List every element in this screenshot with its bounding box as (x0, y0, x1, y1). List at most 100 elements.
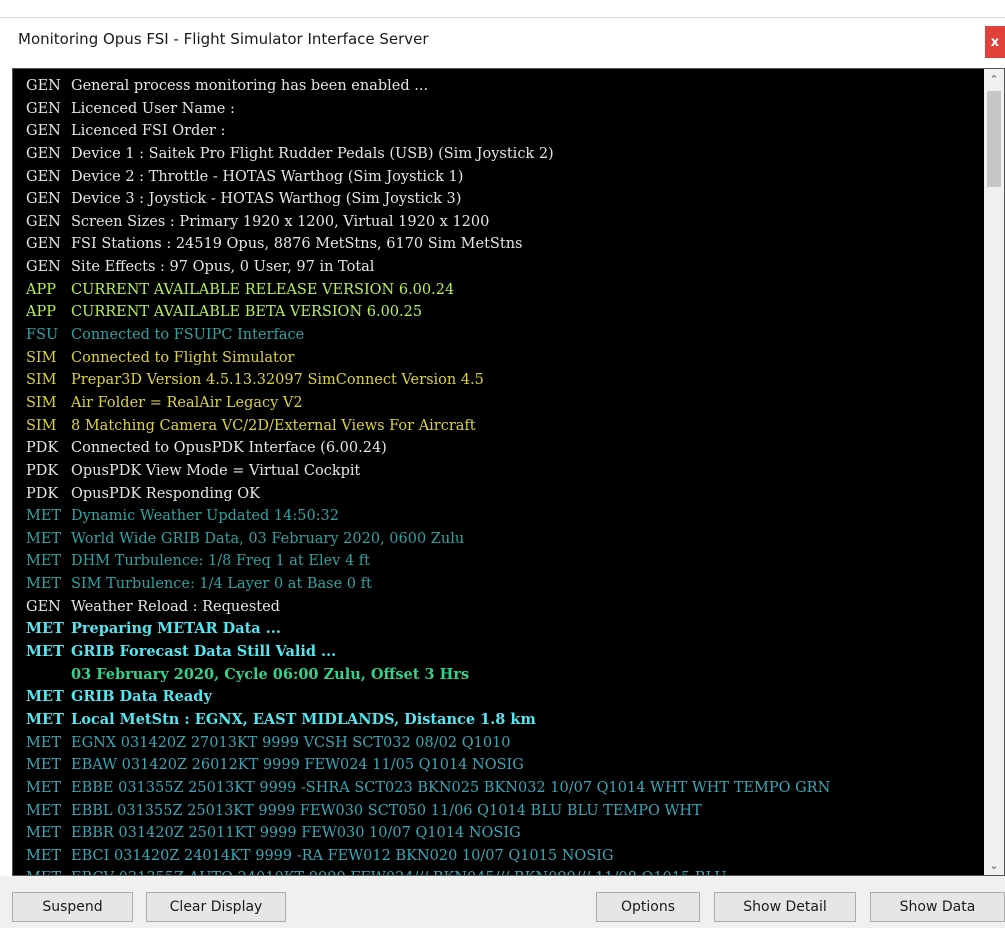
log-line: APP CURRENT AVAILABLE BETA VERSION 6.00.2… (19, 301, 979, 324)
log-tag: MET (26, 620, 64, 638)
log-line: SIM Prepar3D Version 4.5.13.32097 SimConn… (19, 369, 979, 392)
log-message: Licenced User Name : (71, 100, 235, 117)
log-line: MET Local MetStn : EGNX, EAST MIDLANDS, D… (19, 709, 979, 732)
log-message: CURRENT AVAILABLE BETA VERSION 6.00.25 (71, 304, 423, 321)
log-line: GEN Device 1 : Saitek Pro Flight Rudder P… (19, 143, 979, 166)
log-message: EBBE 031355Z 25013KT 9999 -SHRA SCT023 B… (71, 779, 831, 796)
log-message: Dynamic Weather Updated 14:50:32 (71, 508, 340, 525)
log-tag (19, 664, 71, 687)
log-message: Connected to Flight Simulator (71, 349, 295, 366)
log-line: GEN Weather Reload : Requested (19, 596, 979, 619)
log-line: MET EBAW 031420Z 26012KT 9999 FEW024 11/0… (19, 754, 979, 777)
chevron-up-icon[interactable]: ⌃ (984, 69, 1004, 89)
log-line: SIM Connected to Flight Simulator (19, 347, 979, 370)
log-tag: GEN (26, 100, 61, 117)
log-tag: GEN (26, 123, 61, 140)
window-title: Monitoring Opus FSI - Flight Simulator I… (18, 30, 429, 48)
log-tag: MET (26, 847, 62, 864)
log-message: Device 3 : Joystick - HOTAS Warthog (Sim… (71, 191, 462, 208)
log-line: SIM 8 Matching Camera VC/2D/External View… (19, 415, 979, 438)
log-tag: GEN (26, 168, 61, 185)
log-message: Site Effects : 97 Opus, 0 User, 97 in To… (71, 259, 375, 276)
log-tag: MET (26, 710, 64, 728)
log-tag: SIM (26, 349, 57, 366)
log-line: MET EBCI 031420Z 24014KT 9999 -RA FEW012 … (19, 845, 979, 868)
show-detail-button[interactable]: Show Detail (714, 892, 856, 922)
log-line: 03 February 2020, Cycle 06:00 Zulu, Offs… (19, 664, 979, 687)
log-line: GEN Screen Sizes : Primary 1920 x 1200, V… (19, 211, 979, 234)
log-tag: SIM (26, 417, 57, 434)
log-line: MET EBBR 031420Z 25011KT 9999 FEW030 10/0… (19, 822, 979, 845)
log-message: GRIB Data Ready (71, 688, 212, 706)
log-line: MET EGNX 031420Z 27013KT 9999 VCSH SCT032… (19, 732, 979, 755)
log-line: MET World Wide GRIB Data, 03 February 202… (19, 528, 979, 551)
log-line: GEN Licenced FSI Order : (19, 120, 979, 143)
log-tag: GEN (26, 236, 61, 253)
log-line: MET GRIB Data Ready (19, 686, 979, 709)
log-line: GEN Device 2 : Throttle - HOTAS Warthog (… (19, 166, 979, 189)
log-line: PDK Connected to OpusPDK Interface (6.00.… (19, 437, 979, 460)
log-line: APP CURRENT AVAILABLE RELEASE VERSION 6.0… (19, 279, 979, 302)
log-line: MET Preparing METAR Data ... (19, 618, 979, 641)
log-message: Device 1 : Saitek Pro Flight Rudder Peda… (71, 145, 554, 162)
options-button[interactable]: Options (596, 892, 700, 922)
log-tag: MET (26, 576, 62, 593)
log-tag: SIM (26, 394, 57, 411)
log-tag: MET (26, 553, 62, 570)
close-button[interactable]: x (985, 26, 1005, 58)
log-tag: MET (26, 757, 62, 774)
suspend-button[interactable]: Suspend (12, 892, 133, 922)
window-top-border (0, 17, 1005, 18)
log-line: PDK OpusPDK Responding OK (19, 483, 979, 506)
log-tag: GEN (26, 598, 61, 615)
log-tag: APP (26, 281, 56, 298)
log-message: Connected to OpusPDK Interface (6.00.24) (71, 440, 387, 457)
log-tag: GEN (26, 145, 61, 162)
log-tag: MET (26, 825, 62, 842)
log-message: CURRENT AVAILABLE RELEASE VERSION 6.00.2… (71, 281, 455, 298)
log-message: OpusPDK View Mode = Virtual Cockpit (71, 462, 361, 479)
vertical-scrollbar[interactable]: ⌃ ⌄ (984, 69, 1004, 875)
log-tag: MET (26, 734, 62, 751)
log-line: METEBCV 031355Z AUTO 24010KT 9999 FEW024… (19, 867, 979, 875)
scroll-thumb[interactable] (987, 91, 1001, 187)
log-message: Connected to FSUIPC Interface (71, 327, 305, 344)
log-message: 03 February 2020, Cycle 06:00 Zulu, Offs… (71, 665, 470, 683)
log-tag: GEN (26, 213, 61, 230)
log-line: MET Dynamic Weather Updated 14:50:32 (19, 505, 979, 528)
log-message: OpusPDK Responding OK (71, 485, 260, 502)
log-message: World Wide GRIB Data, 03 February 2020, … (71, 530, 465, 547)
log-tag: GEN (26, 78, 61, 94)
log-message: 8 Matching Camera VC/2D/External Views F… (71, 417, 476, 434)
log-message: Local MetStn : EGNX, EAST MIDLANDS, Dist… (71, 710, 536, 728)
clear-display-button[interactable]: Clear Display (146, 892, 286, 922)
log-tag: GEN (26, 191, 61, 208)
log-line: MET EBBE 031355Z 25013KT 9999 -SHRA SCT02… (19, 777, 979, 800)
log-tag: PDK (26, 440, 59, 457)
log-line: GEN Licenced User Name : (19, 98, 979, 121)
log-message: SIM Turbulence: 1/4 Layer 0 at Base 0 ft (71, 576, 372, 593)
log-message: EBBL 031355Z 25013KT 9999 FEW030 SCT050 … (71, 802, 702, 819)
log-message: Weather Reload : Requested (71, 598, 280, 615)
log-line: FSU Connected to FSUIPC Interface (19, 324, 979, 347)
log-message: Licenced FSI Order : (71, 123, 226, 140)
show-data-button[interactable]: Show Data (870, 892, 1005, 922)
log-tag: PDK (26, 485, 59, 502)
log-tag: MET (26, 779, 62, 796)
log-console[interactable]: GEN General process monitoring has been e… (12, 68, 1005, 876)
log-message: DHM Turbulence: 1/8 Freq 1 at Elev 4 ft (71, 553, 370, 570)
log-list: GEN General process monitoring has been e… (19, 75, 979, 875)
log-message: Air Folder = RealAir Legacy V2 (71, 394, 303, 411)
log-message: General process monitoring has been enab… (71, 78, 429, 94)
log-message: FSI Stations : 24519 Opus, 8876 MetStns,… (71, 236, 523, 253)
log-message: GRIB Forecast Data Still Valid ... (71, 643, 337, 661)
log-tag: MET (26, 688, 64, 706)
log-tag: GEN (26, 259, 61, 276)
button-bar: Suspend Clear Display Options Show Detai… (0, 876, 1005, 928)
log-message: EBBR 031420Z 25011KT 9999 FEW030 10/07 Q… (71, 825, 521, 842)
log-message: Prepar3D Version 4.5.13.32097 SimConnect… (71, 372, 484, 389)
log-tag: PDK (26, 462, 59, 479)
chevron-down-icon[interactable]: ⌄ (984, 855, 1004, 875)
log-line: MET EBBL 031355Z 25013KT 9999 FEW030 SCT0… (19, 800, 979, 823)
log-line: GEN Site Effects : 97 Opus, 0 User, 97 in… (19, 256, 979, 279)
